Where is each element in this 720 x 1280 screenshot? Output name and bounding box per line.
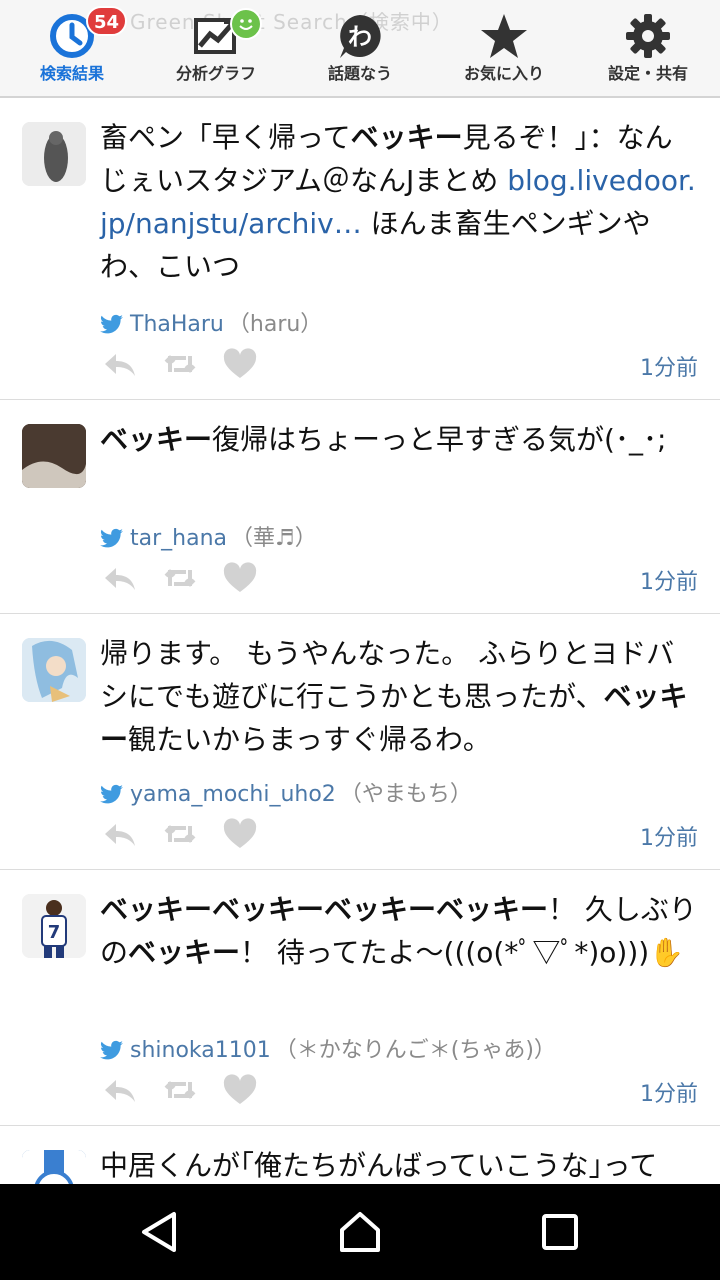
username: tar_hana xyxy=(130,526,228,551)
text-segment: 復帰はちょーっと早すぎる気が(･_･; xyxy=(212,423,667,456)
keyword-highlight: ベッキー xyxy=(350,121,463,154)
twitter-bird-icon xyxy=(100,1040,123,1060)
username: yama_mochi_uho2 xyxy=(130,782,336,807)
heart-icon[interactable] xyxy=(222,562,258,594)
tweet-author[interactable]: ThaHaru （haru） xyxy=(100,306,322,338)
username: shinoka1101 xyxy=(130,1038,271,1063)
count-badge: 54 xyxy=(86,6,128,36)
retweet-icon[interactable] xyxy=(162,348,198,380)
heart-icon[interactable] xyxy=(222,818,258,850)
tweet-timestamp[interactable]: 1分前 xyxy=(640,820,698,852)
tweet-item[interactable]: 7 ベッキーベッキーベッキーベッキー！ 久しぶりのベッキー！ 待ってたよ〜(((… xyxy=(0,870,720,1126)
text-segment: 帰ります。 もうやんなった。 ふらりとヨドバシにでも遊びに行こうかとも思ったが、 xyxy=(100,637,675,713)
tweet-text: ベッキー復帰はちょーっと早すぎる気が(･_･; xyxy=(100,418,700,461)
tab-label: 話題なう xyxy=(327,64,392,83)
svg-text:わ: わ xyxy=(348,23,372,51)
wa-icon: わ xyxy=(340,15,381,58)
tab-label: 検索結果 xyxy=(39,64,104,83)
tweet-timestamp[interactable]: 1分前 xyxy=(640,564,698,596)
text-segment: ！ 待ってたよ〜(((o(*ﾟ▽ﾟ*)o)))✋ xyxy=(240,936,685,969)
display-name: （haru） xyxy=(227,312,323,337)
tab-favorites[interactable]: お気に入り xyxy=(432,0,576,96)
retweet-icon[interactable] xyxy=(162,1074,198,1106)
home-icon[interactable] xyxy=(336,1208,384,1256)
keyword-highlight: ベッキーベッキーベッキーベッキー xyxy=(100,893,549,926)
recents-icon[interactable] xyxy=(536,1208,584,1256)
avatar[interactable] xyxy=(22,122,86,186)
tweet-item[interactable]: ベッキー復帰はちょーっと早すぎる気が(･_･; tar_hana （華♬） 1分前 xyxy=(0,400,720,614)
text-segment: 観たいからまっすぐ帰るわ。 xyxy=(128,723,491,756)
tweet-text: ベッキーベッキーベッキーベッキー！ 久しぶりのベッキー！ 待ってたよ〜(((o(… xyxy=(100,888,700,974)
display-name: （華♬） xyxy=(231,526,317,551)
tab-bar: Green Sheet Search（検索中） 検索結果 54 分析グラフ わ … xyxy=(0,0,720,98)
twitter-bird-icon xyxy=(100,528,123,548)
reply-icon[interactable] xyxy=(102,562,138,594)
system-nav-bar xyxy=(0,1184,720,1280)
username: ThaHaru xyxy=(130,312,224,337)
text-segment: 畜ペン「早く帰って xyxy=(100,121,351,154)
heart-icon[interactable] xyxy=(222,348,258,380)
tweet-author[interactable]: shinoka1101 （＊かなりんご＊(ちゃあ)） xyxy=(100,1032,556,1064)
tab-label: お気に入り xyxy=(463,64,544,83)
keyword-highlight: ベッキー xyxy=(128,936,241,969)
twitter-bird-icon xyxy=(100,314,123,334)
tab-label: 設定・共有 xyxy=(607,64,688,83)
reply-icon[interactable] xyxy=(102,818,138,850)
display-name: （＊かなりんご＊(ちゃあ)） xyxy=(274,1038,556,1063)
reply-icon[interactable] xyxy=(102,348,138,380)
avatar[interactable] xyxy=(22,1150,86,1184)
keyword-highlight: ベッキー xyxy=(100,423,213,456)
gear-icon xyxy=(626,14,670,58)
avatar[interactable] xyxy=(22,424,86,488)
tweet-feed[interactable]: 畜ペン「早く帰ってベッキー見るぞ！」：なんじぇいスタジアム＠なんJまとめ blo… xyxy=(0,98,720,1184)
smile-icon xyxy=(230,8,262,40)
avatar[interactable] xyxy=(22,638,86,702)
tweet-timestamp[interactable]: 1分前 xyxy=(640,350,698,382)
text-segment: 中居くんが｢俺たちがんばっていこうな｣って xyxy=(100,1149,658,1182)
retweet-icon[interactable] xyxy=(162,818,198,850)
tab-analysis-graph[interactable]: 分析グラフ xyxy=(144,0,288,96)
avatar[interactable]: 7 xyxy=(22,894,86,958)
tweet-author[interactable]: tar_hana （華♬） xyxy=(100,520,317,552)
twitter-bird-icon xyxy=(100,784,123,804)
svg-text:7: 7 xyxy=(48,922,61,943)
tweet-item[interactable]: 畜ペン「早く帰ってベッキー見るぞ！」：なんじぇいスタジアム＠なんJまとめ blo… xyxy=(0,98,720,400)
tweet-text: 中居くんが｢俺たちがんばっていこうな｣って xyxy=(100,1144,657,1184)
tab-settings-share[interactable]: 設定・共有 xyxy=(576,0,720,96)
display-name: （やまもち） xyxy=(339,782,472,807)
tweet-item[interactable]: 中居くんが｢俺たちがんばっていこうな｣って xyxy=(0,1126,720,1184)
tweet-author[interactable]: yama_mochi_uho2 （やまもち） xyxy=(100,776,472,808)
star-icon xyxy=(481,14,527,58)
tweet-text: 畜ペン「早く帰ってベッキー見るぞ！」：なんじぇいスタジアム＠なんJまとめ blo… xyxy=(100,116,700,288)
tweet-item[interactable]: 帰ります。 もうやんなった。 ふらりとヨドバシにでも遊びに行こうかとも思ったが、… xyxy=(0,614,720,870)
retweet-icon[interactable] xyxy=(162,562,198,594)
reply-icon[interactable] xyxy=(102,1074,138,1106)
tweet-text: 帰ります。 もうやんなった。 ふらりとヨドバシにでも遊びに行こうかとも思ったが、… xyxy=(100,632,700,761)
back-icon[interactable] xyxy=(136,1208,184,1256)
tab-trending-now[interactable]: わ 話題なう xyxy=(288,0,432,96)
tweet-timestamp[interactable]: 1分前 xyxy=(640,1076,698,1108)
heart-icon[interactable] xyxy=(222,1074,258,1106)
tab-label: 分析グラフ xyxy=(175,64,256,83)
